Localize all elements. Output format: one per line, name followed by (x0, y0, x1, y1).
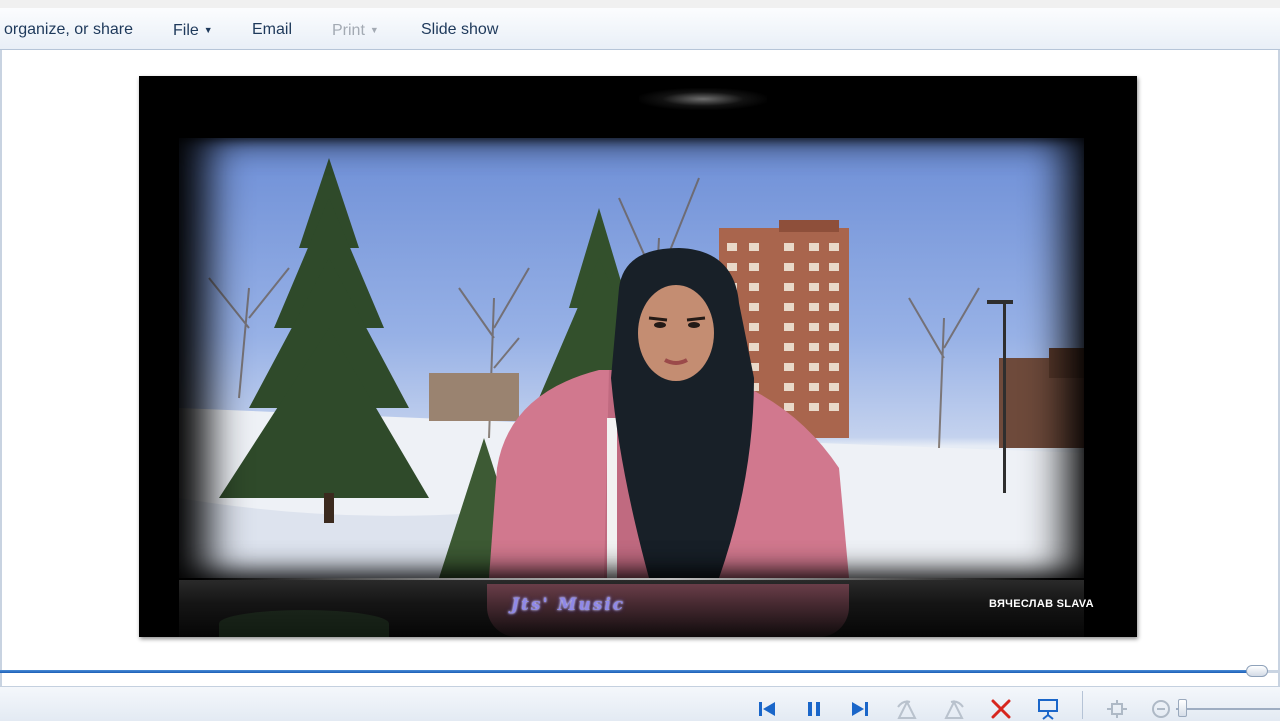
chevron-down-icon: ▼ (203, 25, 213, 35)
menu-file[interactable]: File ▼ (173, 19, 213, 41)
command-bar: organize, or share File ▼ Email Print ▼ Sl… (0, 0, 1280, 50)
author-credit: ВЯЧЕСЛАВ SLAVA (989, 598, 1094, 610)
top-glow (639, 88, 767, 110)
menu-organize-share[interactable]: organize, or share (4, 19, 133, 41)
previous-button[interactable] (754, 697, 780, 721)
menu-print-label: Print (332, 22, 365, 39)
delete-button[interactable] (988, 697, 1014, 721)
reflection-tree (219, 610, 389, 637)
slideshow-icon (1038, 699, 1058, 720)
rotate-counterclockwise-button[interactable] (894, 697, 920, 721)
delete-icon (991, 699, 1011, 719)
menu-email[interactable]: Email (252, 19, 292, 41)
window-frame-left (0, 48, 2, 688)
next-icon (852, 702, 868, 716)
rotate-clockwise-icon (944, 699, 964, 719)
seek-thumb[interactable] (1246, 665, 1268, 677)
watermark-logo-text: Jts' Music (511, 595, 626, 615)
menu-slide-show[interactable]: Slide show (421, 19, 498, 41)
photo-image (179, 138, 1084, 578)
next-button[interactable] (847, 697, 873, 721)
menu-print[interactable]: Print ▼ (332, 19, 379, 41)
menu-organize-share-label: organize, or share (4, 21, 133, 38)
playback-controls (0, 686, 1280, 721)
chevron-down-icon: ▼ (369, 25, 379, 35)
rotate-clockwise-button[interactable] (941, 697, 967, 721)
rotate-counterclockwise-icon (897, 699, 917, 719)
zoom-slider[interactable] (1176, 708, 1280, 710)
pause-button[interactable] (801, 697, 827, 721)
menu-slide-show-label: Slide show (421, 21, 499, 38)
toolbar-separator (1082, 691, 1083, 719)
menu-file-label: File (173, 22, 199, 39)
photo-vignette (179, 138, 1084, 578)
previous-icon (759, 702, 775, 716)
actual-size-icon (1107, 700, 1127, 718)
zoom-out-icon (1152, 700, 1170, 718)
zoom-out-button[interactable] (1148, 697, 1174, 721)
pause-icon (808, 702, 820, 716)
menu-email-label: Email (252, 21, 293, 38)
photo-viewer: Jts' Music ВЯЧЕСЛАВ SLAVA (139, 76, 1137, 637)
zoom-slider-thumb[interactable] (1178, 699, 1187, 717)
slideshow-button[interactable] (1035, 697, 1061, 721)
seek-bar[interactable] (0, 665, 1280, 677)
title-strip (0, 0, 1280, 8)
seek-progress (0, 670, 1258, 673)
actual-size-button[interactable] (1104, 697, 1130, 721)
